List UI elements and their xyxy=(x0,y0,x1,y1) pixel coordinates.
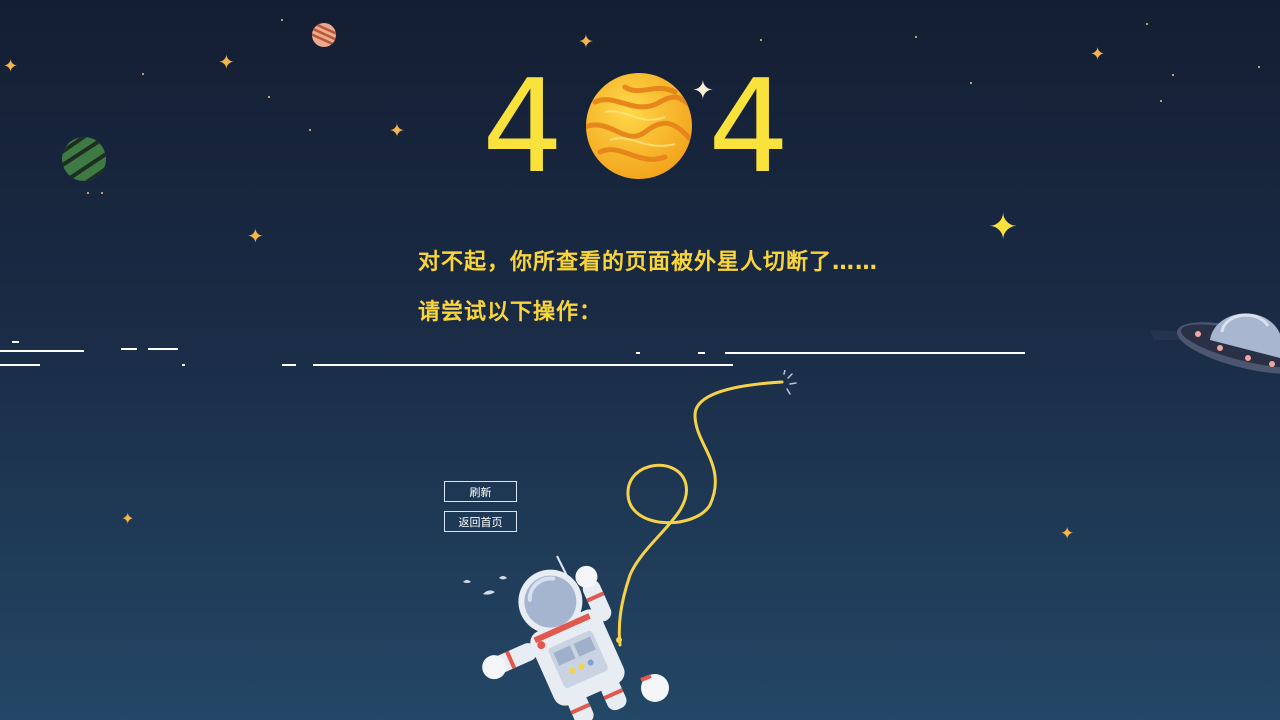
star-icon: ✦ xyxy=(1060,524,1075,544)
error-message: 对不起，你所查看的页面被外星人切断了…… xyxy=(418,250,879,275)
star-icon: ✦ xyxy=(3,56,19,77)
astronaut-illustration xyxy=(463,555,669,720)
cable-segment xyxy=(313,364,733,366)
star-dot xyxy=(1160,100,1162,102)
planet-icon xyxy=(62,137,106,181)
star-icon: ✦ xyxy=(247,224,264,248)
star-dot xyxy=(309,129,311,131)
cable-segment xyxy=(148,348,178,350)
cable-segment xyxy=(725,352,1025,354)
ufo-icon xyxy=(1150,313,1280,374)
cable-segment xyxy=(0,364,40,366)
planet-icon xyxy=(586,73,692,179)
star-icon: ✦ xyxy=(578,31,594,53)
cable-segment xyxy=(12,341,19,343)
cable-segment xyxy=(282,364,296,366)
home-button[interactable]: 返回首页 xyxy=(444,511,517,532)
cable-segment xyxy=(0,350,84,352)
star-dot xyxy=(87,192,89,194)
refresh-button[interactable]: 刷新 xyxy=(444,481,517,502)
cable-segment xyxy=(636,352,640,354)
star-icon: ✦ xyxy=(389,120,405,142)
cable-segment xyxy=(182,364,185,366)
star-dot xyxy=(1172,74,1174,76)
star-dot xyxy=(142,73,144,75)
cable-segment xyxy=(698,352,705,354)
star-dot xyxy=(760,39,762,41)
star-icon: ✦ xyxy=(121,509,135,528)
error-digit-right: 4 xyxy=(708,53,790,202)
star-icon: ✦ xyxy=(1090,44,1106,65)
star-dot xyxy=(281,19,283,21)
star-icon: ✦ xyxy=(988,207,1019,248)
instruction-text: 请尝试以下操作： xyxy=(418,300,603,325)
star-dot xyxy=(915,36,917,38)
planet-icon xyxy=(312,23,336,47)
star-icon: ✦ xyxy=(218,50,235,74)
star-dot xyxy=(268,96,270,98)
error-digit-left: 4 xyxy=(482,53,564,202)
star-dot xyxy=(970,82,972,84)
star-dot xyxy=(1146,23,1148,25)
star-dot xyxy=(101,192,103,194)
error-code-404: 4 4 xyxy=(482,58,802,198)
star-dot xyxy=(1258,66,1260,68)
cable-segment xyxy=(121,348,137,350)
